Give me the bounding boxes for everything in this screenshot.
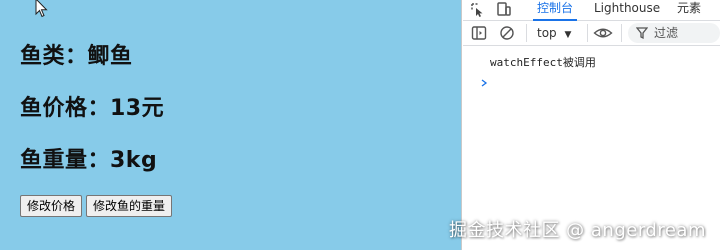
tab-elements[interactable]: 元素 xyxy=(677,0,701,20)
watermark: 掘金技术社区 @ angerdream xyxy=(448,220,706,241)
button-row: 修改价格 修改鱼的重量 xyxy=(20,195,173,217)
tab-lighthouse[interactable]: Lighthouse xyxy=(594,0,660,20)
chevron-down-icon: ▼ xyxy=(564,30,572,40)
context-selector[interactable]: top ▼ xyxy=(537,25,571,43)
eye-icon[interactable] xyxy=(593,25,613,41)
toolbar-divider xyxy=(526,24,527,42)
change-price-button[interactable]: 修改价格 xyxy=(20,195,83,217)
tab-console[interactable]: 控制台 xyxy=(532,0,578,21)
console-toolbar: top ▼ 过滤 xyxy=(463,21,720,46)
change-weight-button[interactable]: 修改鱼的重量 xyxy=(86,195,173,217)
filter-input[interactable]: 过滤 xyxy=(628,23,720,43)
fish-price-text: 鱼价格：13元 xyxy=(20,96,165,121)
devtools-tab-bar: 控制台 Lighthouse 元素 xyxy=(463,0,720,21)
clear-console-icon[interactable] xyxy=(499,25,515,41)
toolbar-divider xyxy=(621,24,622,42)
inspect-element-icon[interactable] xyxy=(469,1,485,17)
filter-placeholder: 过滤 xyxy=(654,26,679,40)
filter-icon xyxy=(636,27,648,40)
mouse-cursor-icon xyxy=(35,0,48,18)
console-message: watchEffect被调用 xyxy=(490,56,596,69)
fish-weight-text: 鱼重量：3kg xyxy=(20,148,158,173)
fish-type-text: 鱼类：鲫鱼 xyxy=(20,44,133,69)
device-toolbar-icon[interactable] xyxy=(496,1,512,17)
context-selector-label: top xyxy=(537,26,557,40)
sidebar-toggle-icon[interactable] xyxy=(471,25,487,41)
toolbar-divider xyxy=(587,24,588,42)
console-prompt-chevron-icon[interactable] xyxy=(479,78,489,88)
page-preview: 鱼类：鲫鱼 鱼价格：13元 鱼重量：3kg 修改价格 修改鱼的重量 xyxy=(0,0,462,250)
devtools-panel: 控制台 Lighthouse 元素 top ▼ 过滤 watchEffect被调… xyxy=(463,0,720,250)
